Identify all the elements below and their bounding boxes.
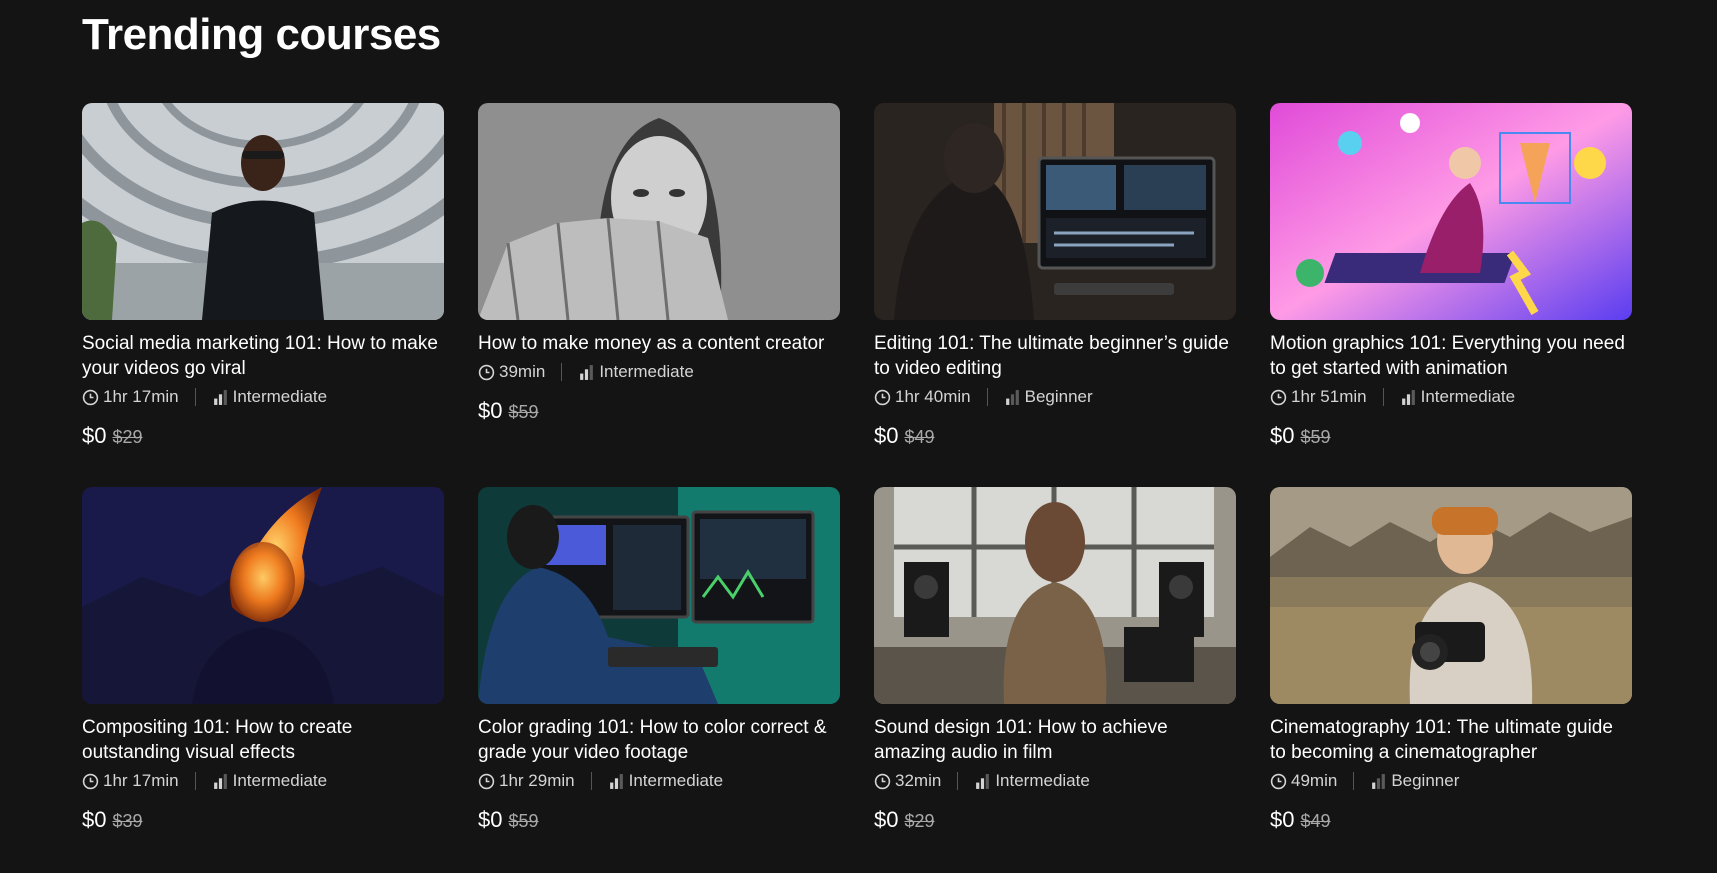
course-price: $0 $49	[874, 423, 1236, 449]
current-price: $0	[478, 807, 503, 832]
meta-divider	[1382, 388, 1384, 406]
course-title[interactable]: How to make money as a content creator	[478, 331, 840, 356]
course-title[interactable]: Editing 101: The ultimate beginner’s gui…	[874, 331, 1236, 381]
level-bars-icon	[212, 773, 229, 790]
clock-icon	[874, 389, 891, 406]
course-price: $0 $29	[82, 423, 444, 449]
course-title[interactable]: Social media marketing 101: How to make …	[82, 331, 444, 381]
course-meta: 1hr 51min Intermediate	[1270, 385, 1632, 409]
current-price: $0	[874, 423, 899, 448]
meta-divider	[561, 363, 563, 381]
original-price: $29	[904, 811, 935, 831]
current-price: $0	[478, 398, 503, 423]
course-price: $0 $59	[1270, 423, 1632, 449]
meta-divider	[957, 772, 959, 790]
course-thumbnail[interactable]	[874, 487, 1236, 704]
course-duration: 32min	[895, 771, 942, 790]
course-card[interactable]: Social media marketing 101: How to make …	[82, 103, 444, 465]
current-price: $0	[874, 807, 899, 832]
current-price: $0	[1270, 807, 1295, 832]
current-price: $0	[82, 807, 107, 832]
original-price: $29	[112, 427, 143, 447]
clock-icon	[874, 773, 891, 790]
course-duration: 1hr 17min	[103, 387, 179, 406]
clock-icon	[82, 389, 99, 406]
course-thumbnail[interactable]	[874, 103, 1236, 320]
course-thumbnail[interactable]	[82, 487, 444, 704]
clock-icon	[478, 773, 495, 790]
course-duration: 1hr 40min	[895, 387, 971, 406]
course-card[interactable]: How to make money as a content creator 3…	[478, 103, 840, 465]
course-meta: 1hr 29min Intermediate	[478, 769, 840, 793]
original-price: $59	[508, 402, 539, 422]
course-duration: 39min	[499, 362, 546, 381]
course-price: $0 $29	[874, 807, 1236, 833]
course-thumbnail[interactable]	[1270, 487, 1632, 704]
course-duration: 1hr 29min	[499, 771, 575, 790]
course-price: $0 $59	[478, 398, 840, 424]
course-level: Intermediate	[232, 387, 328, 406]
course-thumbnail[interactable]	[82, 103, 444, 320]
course-card[interactable]: Motion graphics 101: Everything you need…	[1270, 103, 1632, 465]
current-price: $0	[82, 423, 107, 448]
original-price: $49	[904, 427, 935, 447]
clock-icon	[1270, 773, 1287, 790]
course-card[interactable]: Compositing 101: How to create outstandi…	[82, 487, 444, 849]
level-bars-icon	[578, 364, 595, 381]
course-title[interactable]: Motion graphics 101: Everything you need…	[1270, 331, 1632, 381]
course-level: Intermediate	[995, 771, 1090, 790]
course-meta: 39min Intermediate	[478, 360, 840, 384]
meta-divider	[194, 388, 196, 406]
section-title: Trending courses	[82, 10, 441, 59]
course-level: Intermediate	[1420, 387, 1516, 406]
meta-divider	[194, 772, 196, 790]
clock-icon	[1270, 389, 1287, 406]
course-meta: 1hr 17min Intermediate	[82, 385, 444, 409]
clock-icon	[478, 364, 495, 381]
level-bars-icon	[212, 389, 229, 406]
meta-divider	[1353, 772, 1355, 790]
course-level: Intermediate	[628, 771, 724, 790]
clock-icon	[82, 773, 99, 790]
course-title[interactable]: Compositing 101: How to create outstandi…	[82, 715, 444, 765]
original-price: $59	[508, 811, 539, 831]
course-thumbnail[interactable]	[478, 103, 840, 320]
original-price: $39	[112, 811, 143, 831]
course-duration: 1hr 17min	[103, 771, 179, 790]
level-bars-icon	[1004, 389, 1021, 406]
course-thumbnail[interactable]	[1270, 103, 1632, 320]
meta-divider	[590, 772, 592, 790]
course-card[interactable]: Sound design 101: How to achieve amazing…	[874, 487, 1236, 849]
level-bars-icon	[608, 773, 625, 790]
course-meta: 1hr 40min Beginner	[874, 385, 1236, 409]
trending-courses-section: Trending courses Social media marketing …	[0, 0, 1717, 873]
course-grid: Social media marketing 101: How to make …	[82, 103, 1632, 849]
course-duration: 49min	[1291, 771, 1338, 790]
course-level: Beginner	[1024, 387, 1093, 406]
course-price: $0 $59	[478, 807, 840, 833]
level-bars-icon	[974, 773, 991, 790]
course-level: Intermediate	[599, 362, 694, 381]
course-price: $0 $39	[82, 807, 444, 833]
level-bars-icon	[1370, 773, 1387, 790]
course-card[interactable]: Cinematography 101: The ultimate guide t…	[1270, 487, 1632, 849]
course-meta: 49min Beginner	[1270, 769, 1632, 793]
course-meta: 1hr 17min Intermediate	[82, 769, 444, 793]
course-level: Intermediate	[232, 771, 328, 790]
course-thumbnail[interactable]	[478, 487, 840, 704]
course-level: Beginner	[1391, 771, 1460, 790]
course-duration: 1hr 51min	[1291, 387, 1367, 406]
course-card[interactable]: Color grading 101: How to color correct …	[478, 487, 840, 849]
original-price: $49	[1300, 811, 1331, 831]
course-meta: 32min Intermediate	[874, 769, 1236, 793]
course-title[interactable]: Sound design 101: How to achieve amazing…	[874, 715, 1236, 765]
current-price: $0	[1270, 423, 1295, 448]
original-price: $59	[1300, 427, 1331, 447]
meta-divider	[986, 388, 988, 406]
course-title[interactable]: Cinematography 101: The ultimate guide t…	[1270, 715, 1632, 765]
course-card[interactable]: Editing 101: The ultimate beginner’s gui…	[874, 103, 1236, 465]
course-title[interactable]: Color grading 101: How to color correct …	[478, 715, 840, 765]
level-bars-icon	[1400, 389, 1417, 406]
course-price: $0 $49	[1270, 807, 1632, 833]
